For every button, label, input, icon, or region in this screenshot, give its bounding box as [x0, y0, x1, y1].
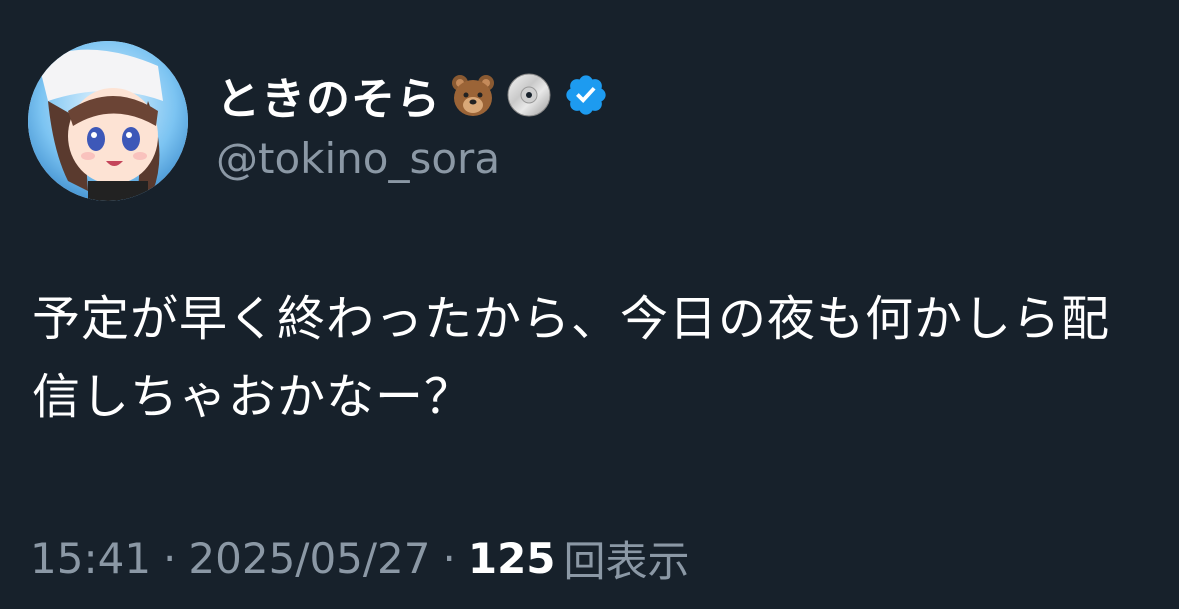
tweet-text: 予定が早く終わったから、今日の夜も何かしら配信しちゃおかなー？	[32, 291, 1111, 425]
display-name[interactable]: ときのそら	[216, 63, 441, 127]
meta-separator: ·	[442, 534, 456, 583]
bear-icon	[452, 74, 494, 116]
disc-icon	[507, 73, 551, 116]
author-handle[interactable]: @tokino_sora	[216, 134, 609, 183]
meta-separator: ·	[163, 534, 177, 583]
avatar-image	[28, 41, 188, 201]
tweet-time[interactable]: 15:41	[30, 534, 151, 583]
verified-badge-icon[interactable]	[563, 72, 609, 118]
author-info: ときのそら @tokino_sora	[216, 60, 609, 183]
tweet-date[interactable]: 2025/05/27	[188, 534, 430, 583]
tweet-meta: 15:41 · 2025/05/27 · 125 回表示	[30, 528, 690, 589]
display-name-row: ときのそら	[216, 60, 609, 130]
views-label: 回表示	[563, 537, 690, 586]
avatar[interactable]	[28, 41, 188, 201]
views-count[interactable]: 125	[468, 534, 556, 583]
tweet-header: ときのそら @tokino_sora	[28, 36, 609, 206]
